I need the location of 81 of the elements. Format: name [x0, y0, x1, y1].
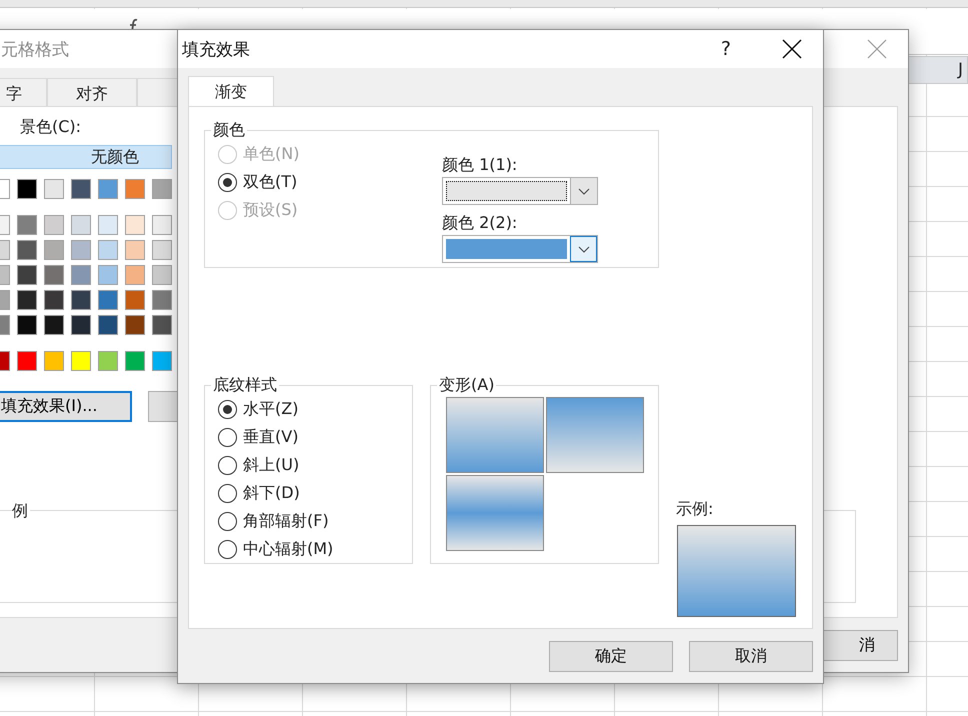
color-swatch[interactable]	[125, 290, 145, 310]
color-swatch[interactable]	[17, 240, 37, 260]
color-swatch[interactable]	[44, 215, 64, 235]
group-title: 底纹样式	[212, 375, 278, 396]
color-swatch[interactable]	[125, 215, 145, 235]
radio-label: 双色(T)	[243, 172, 298, 192]
color-swatch[interactable]	[44, 265, 64, 285]
color-swatch[interactable]	[98, 290, 118, 310]
sample-label: 示例:	[676, 499, 714, 520]
color-swatch[interactable]	[125, 315, 145, 335]
color-swatch[interactable]	[17, 351, 37, 371]
color-swatch[interactable]	[71, 240, 91, 260]
picker-label: 颜色 2(2):	[442, 213, 518, 234]
color-swatch[interactable]	[71, 315, 91, 335]
color-swatch[interactable]	[44, 351, 64, 371]
chevron-down-icon	[578, 188, 590, 194]
color-swatch[interactable]	[17, 290, 37, 310]
radio-button[interactable]	[218, 172, 237, 192]
color-swatch[interactable]	[125, 179, 145, 199]
help-button[interactable]: ?	[720, 38, 731, 60]
window-title: 元格格式	[1, 38, 69, 60]
color-swatch[interactable]	[17, 265, 37, 285]
color-swatch[interactable]	[17, 179, 37, 199]
color-swatch[interactable]	[152, 179, 172, 199]
radio-label: 角部辐射(F)	[243, 510, 329, 532]
radio-label: 斜下(D)	[243, 482, 300, 504]
color-swatch[interactable]	[44, 315, 64, 335]
fill-effects-button[interactable]: 填充效果(I)...	[0, 391, 132, 422]
radio-label: 单色(N)	[243, 144, 300, 164]
color-dropdown[interactable]	[442, 235, 598, 263]
radio-label: 垂直(V)	[243, 426, 298, 448]
color-swatch[interactable]	[44, 240, 64, 260]
color-swatch[interactable]	[17, 315, 37, 335]
color-swatch[interactable]	[152, 290, 172, 310]
gradient-variant[interactable]	[446, 475, 544, 551]
radio-label: 预设(S)	[243, 200, 298, 220]
color-swatch[interactable]	[71, 290, 91, 310]
cancel-button[interactable]: 取消	[689, 640, 813, 672]
group-title: 变形(A)	[438, 375, 496, 396]
ok-button[interactable]: 确定	[549, 640, 673, 672]
color-swatch[interactable]	[98, 265, 118, 285]
color-swatch[interactable]	[152, 351, 172, 371]
color-swatch[interactable]	[44, 290, 64, 310]
color-swatch[interactable]	[71, 351, 91, 371]
radio-label: 中心辐射(M)	[243, 538, 334, 560]
radio-button[interactable]	[218, 456, 237, 474]
color-swatch[interactable]	[98, 315, 118, 335]
radio-button[interactable]	[218, 540, 237, 558]
color-dropdown[interactable]	[442, 177, 598, 205]
color-swatch[interactable]	[98, 215, 118, 235]
radio-button[interactable]	[218, 512, 237, 530]
background-color-label: 景色(C):	[20, 117, 82, 138]
chevron-down-icon	[578, 246, 590, 252]
window-title: 填充效果	[182, 38, 250, 60]
tab[interactable]: 渐变	[188, 76, 274, 108]
color-swatch[interactable]	[152, 240, 172, 260]
color-swatch[interactable]	[98, 179, 118, 199]
group-title: 颜色	[212, 120, 246, 141]
color-swatch[interactable]	[71, 265, 91, 285]
radio-label: 斜上(U)	[243, 454, 300, 476]
color-swatch[interactable]	[17, 215, 37, 235]
color-swatch[interactable]	[125, 240, 145, 260]
color-swatch[interactable]	[71, 179, 91, 199]
color-swatch[interactable]	[125, 351, 145, 371]
close-icon[interactable]	[781, 38, 803, 60]
no-color-option[interactable]: 无颜色	[0, 145, 172, 169]
color-swatch[interactable]	[98, 240, 118, 260]
color-swatch[interactable]	[152, 265, 172, 285]
radio-button[interactable]	[218, 400, 237, 418]
radio-label: 水平(Z)	[243, 398, 298, 420]
gradient-variant[interactable]	[446, 397, 544, 473]
color-swatch[interactable]	[44, 179, 64, 199]
color-swatch[interactable]	[98, 351, 118, 371]
color-swatch[interactable]	[152, 215, 172, 235]
color-swatch[interactable]	[125, 265, 145, 285]
color-swatch[interactable]	[71, 215, 91, 235]
picker-label: 颜色 1(1):	[442, 155, 518, 176]
color-swatch[interactable]	[152, 315, 172, 335]
radio-button[interactable]	[218, 428, 237, 446]
gradient-variant[interactable]	[546, 397, 644, 473]
radio-button[interactable]	[218, 484, 237, 502]
